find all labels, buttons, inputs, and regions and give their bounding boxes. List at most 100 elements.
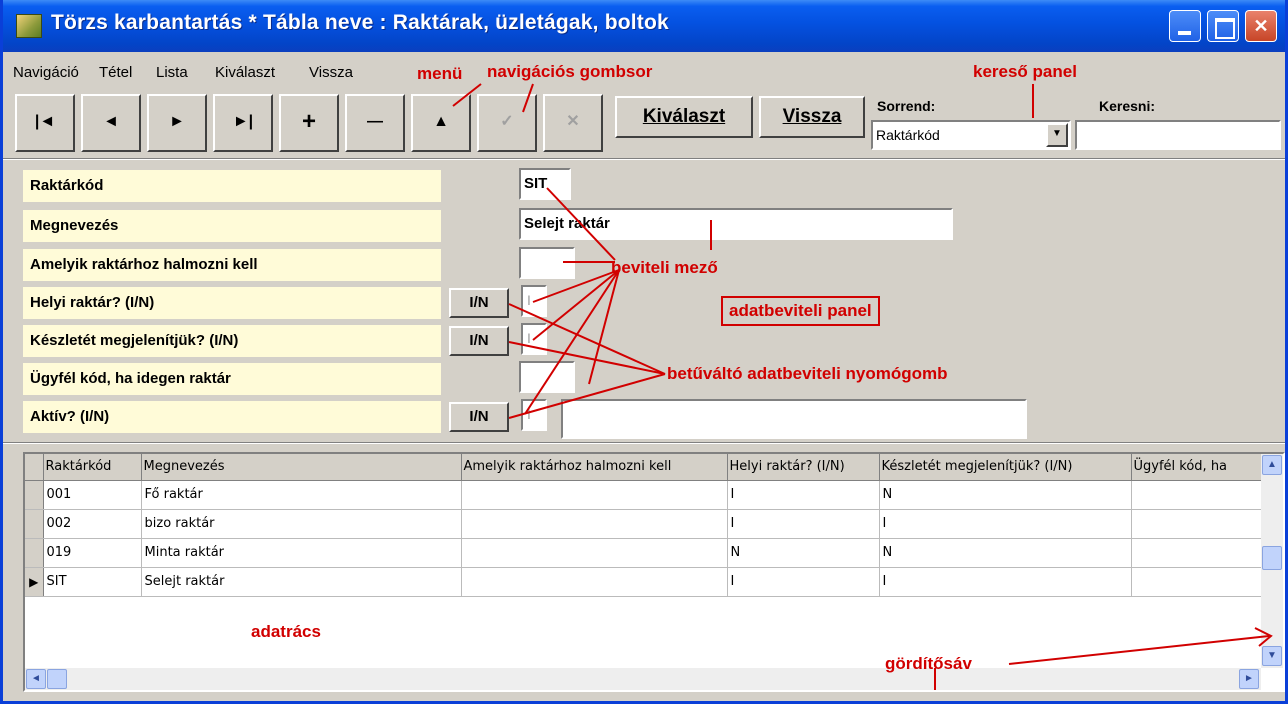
- grid-col-header[interactable]: Helyi raktár? (I/N): [727, 454, 880, 481]
- table-cell[interactable]: Fő raktár: [141, 480, 462, 510]
- vertical-scrollbar[interactable]: ▲ ▼: [1261, 454, 1283, 668]
- table-cell[interactable]: I: [727, 567, 880, 597]
- grid-col-header[interactable]: Amelyik raktárhoz halmozni kell: [461, 454, 728, 481]
- menu-vissza[interactable]: Vissza: [309, 64, 353, 81]
- order-label: Sorrend:: [877, 98, 936, 114]
- divider: [3, 442, 1285, 444]
- annotation-menu: menü: [417, 64, 463, 83]
- table-row[interactable]: ▶ SIT Selejt raktár I I: [25, 567, 1262, 597]
- divider: [3, 158, 1285, 160]
- field-label-aktiv: Aktív? (I/N): [23, 401, 441, 433]
- next-record-button[interactable]: ►: [147, 94, 207, 152]
- field-keszlet[interactable]: I: [521, 323, 547, 355]
- table-cell[interactable]: I: [727, 509, 880, 539]
- edit-button[interactable]: ▲: [411, 94, 471, 152]
- table-cell[interactable]: [1131, 480, 1262, 510]
- search-input[interactable]: [1075, 120, 1281, 150]
- vissza-button[interactable]: Vissza: [759, 96, 865, 138]
- toggle-helyi-button[interactable]: I/N: [449, 288, 509, 318]
- table-cell[interactable]: 019: [43, 538, 142, 568]
- next-record-icon: ►: [169, 113, 185, 130]
- order-select-value: Raktárkód: [876, 127, 940, 143]
- menu-navigacio[interactable]: Navigáció: [13, 64, 79, 81]
- first-record-button[interactable]: |◄: [15, 94, 75, 152]
- row-indicator[interactable]: [25, 480, 44, 510]
- cancel-edit-button[interactable]: ✕: [543, 94, 603, 152]
- field-aktiv[interactable]: I: [521, 399, 547, 431]
- grid-col-header[interactable]: Ügyfél kód, ha: [1131, 454, 1262, 481]
- current-row-indicator-icon[interactable]: ▶: [25, 567, 44, 597]
- field-raktarkod[interactable]: SIT: [519, 168, 571, 200]
- kivalaszt-button[interactable]: Kiválaszt: [615, 96, 753, 138]
- scroll-up-icon[interactable]: ▲: [1262, 455, 1282, 475]
- last-record-icon: ►|: [232, 113, 254, 130]
- table-row[interactable]: 019 Minta raktár N N: [25, 538, 1262, 568]
- close-button[interactable]: ✕: [1245, 10, 1277, 42]
- table-cell[interactable]: I: [879, 509, 1132, 539]
- toggle-aktiv-button[interactable]: I/N: [449, 402, 509, 432]
- scroll-left-icon[interactable]: ◄: [26, 669, 46, 689]
- field-megnevezes[interactable]: Selejt raktár: [519, 208, 953, 240]
- field-halmozni[interactable]: [519, 247, 575, 279]
- table-cell[interactable]: I: [727, 480, 880, 510]
- search-label: Keresni:: [1099, 98, 1156, 114]
- maximize-button[interactable]: [1207, 10, 1239, 42]
- table-cell[interactable]: [1131, 538, 1262, 568]
- table-cell[interactable]: bizo raktár: [141, 509, 462, 539]
- table-cell[interactable]: [461, 509, 728, 539]
- field-label-helyi: Helyi raktár? (I/N): [23, 287, 441, 319]
- title-bar[interactable]: Törzs karbantartás * Tábla neve : Raktár…: [3, 0, 1285, 52]
- table-cell[interactable]: [461, 480, 728, 510]
- table-cell[interactable]: 002: [43, 509, 142, 539]
- chevron-down-icon[interactable]: ▼: [1046, 123, 1068, 147]
- field-ugyfel[interactable]: [519, 361, 575, 393]
- table-cell[interactable]: SIT: [43, 567, 142, 597]
- last-record-button[interactable]: ►|: [213, 94, 273, 152]
- delete-button[interactable]: —: [345, 94, 405, 152]
- table-row[interactable]: 002 bizo raktár I I: [25, 509, 1262, 539]
- table-cell[interactable]: Minta raktár: [141, 538, 462, 568]
- menu-lista[interactable]: Lista: [156, 64, 188, 81]
- horizontal-scroll-thumb[interactable]: [47, 669, 67, 689]
- data-grid[interactable]: Raktárkód Megnevezés Amelyik raktárhoz h…: [23, 452, 1285, 692]
- table-cell[interactable]: [461, 567, 728, 597]
- field-label-halmozni: Amelyik raktárhoz halmozni kell: [23, 249, 441, 281]
- post-button[interactable]: ✓: [477, 94, 537, 152]
- first-record-icon: |◄: [34, 113, 56, 130]
- app-icon: [16, 14, 42, 38]
- annotation-scrollbar: gördítősáv: [885, 654, 972, 673]
- table-cell[interactable]: [1131, 509, 1262, 539]
- prev-record-button[interactable]: ◄: [81, 94, 141, 152]
- vissza-label: Vissza: [782, 106, 842, 127]
- scroll-down-icon[interactable]: ▼: [1262, 646, 1282, 666]
- table-cell[interactable]: N: [727, 538, 880, 568]
- toggle-keszlet-button[interactable]: I/N: [449, 326, 509, 356]
- grid-col-header[interactable]: Megnevezés: [141, 454, 462, 481]
- delete-icon: —: [367, 113, 383, 130]
- table-cell[interactable]: Selejt raktár: [141, 567, 462, 597]
- scroll-right-icon[interactable]: ►: [1239, 669, 1259, 689]
- insert-button[interactable]: +: [279, 94, 339, 152]
- table-cell[interactable]: N: [879, 538, 1132, 568]
- grid-col-header[interactable]: Készletét megjelenítjük? (I/N): [879, 454, 1132, 481]
- table-cell[interactable]: [1131, 567, 1262, 597]
- table-row[interactable]: 001 Fő raktár I N: [25, 480, 1262, 510]
- vertical-scroll-thumb[interactable]: [1262, 546, 1282, 570]
- field-helyi[interactable]: I: [521, 285, 547, 317]
- main-window: Törzs karbantartás * Tábla neve : Raktár…: [0, 0, 1288, 704]
- order-select[interactable]: Raktárkód ▼: [871, 120, 1071, 150]
- table-cell[interactable]: I: [879, 567, 1132, 597]
- table-cell[interactable]: [461, 538, 728, 568]
- table-cell[interactable]: 001: [43, 480, 142, 510]
- field-aktiv-extra[interactable]: [561, 399, 1027, 439]
- menu-kivalaszt[interactable]: Kiválaszt: [215, 64, 275, 81]
- row-indicator[interactable]: [25, 538, 44, 568]
- horizontal-scrollbar[interactable]: ◄ ►: [25, 668, 1261, 690]
- row-indicator[interactable]: [25, 509, 44, 539]
- minimize-button[interactable]: [1169, 10, 1201, 42]
- grid-col-header[interactable]: Raktárkód: [43, 454, 142, 481]
- kivalaszt-label: Kiválaszt: [642, 106, 726, 127]
- table-cell[interactable]: N: [879, 480, 1132, 510]
- menu-tetel[interactable]: Tétel: [99, 64, 132, 81]
- grid-header-row: Raktárkód Megnevezés Amelyik raktárhoz h…: [25, 454, 1262, 481]
